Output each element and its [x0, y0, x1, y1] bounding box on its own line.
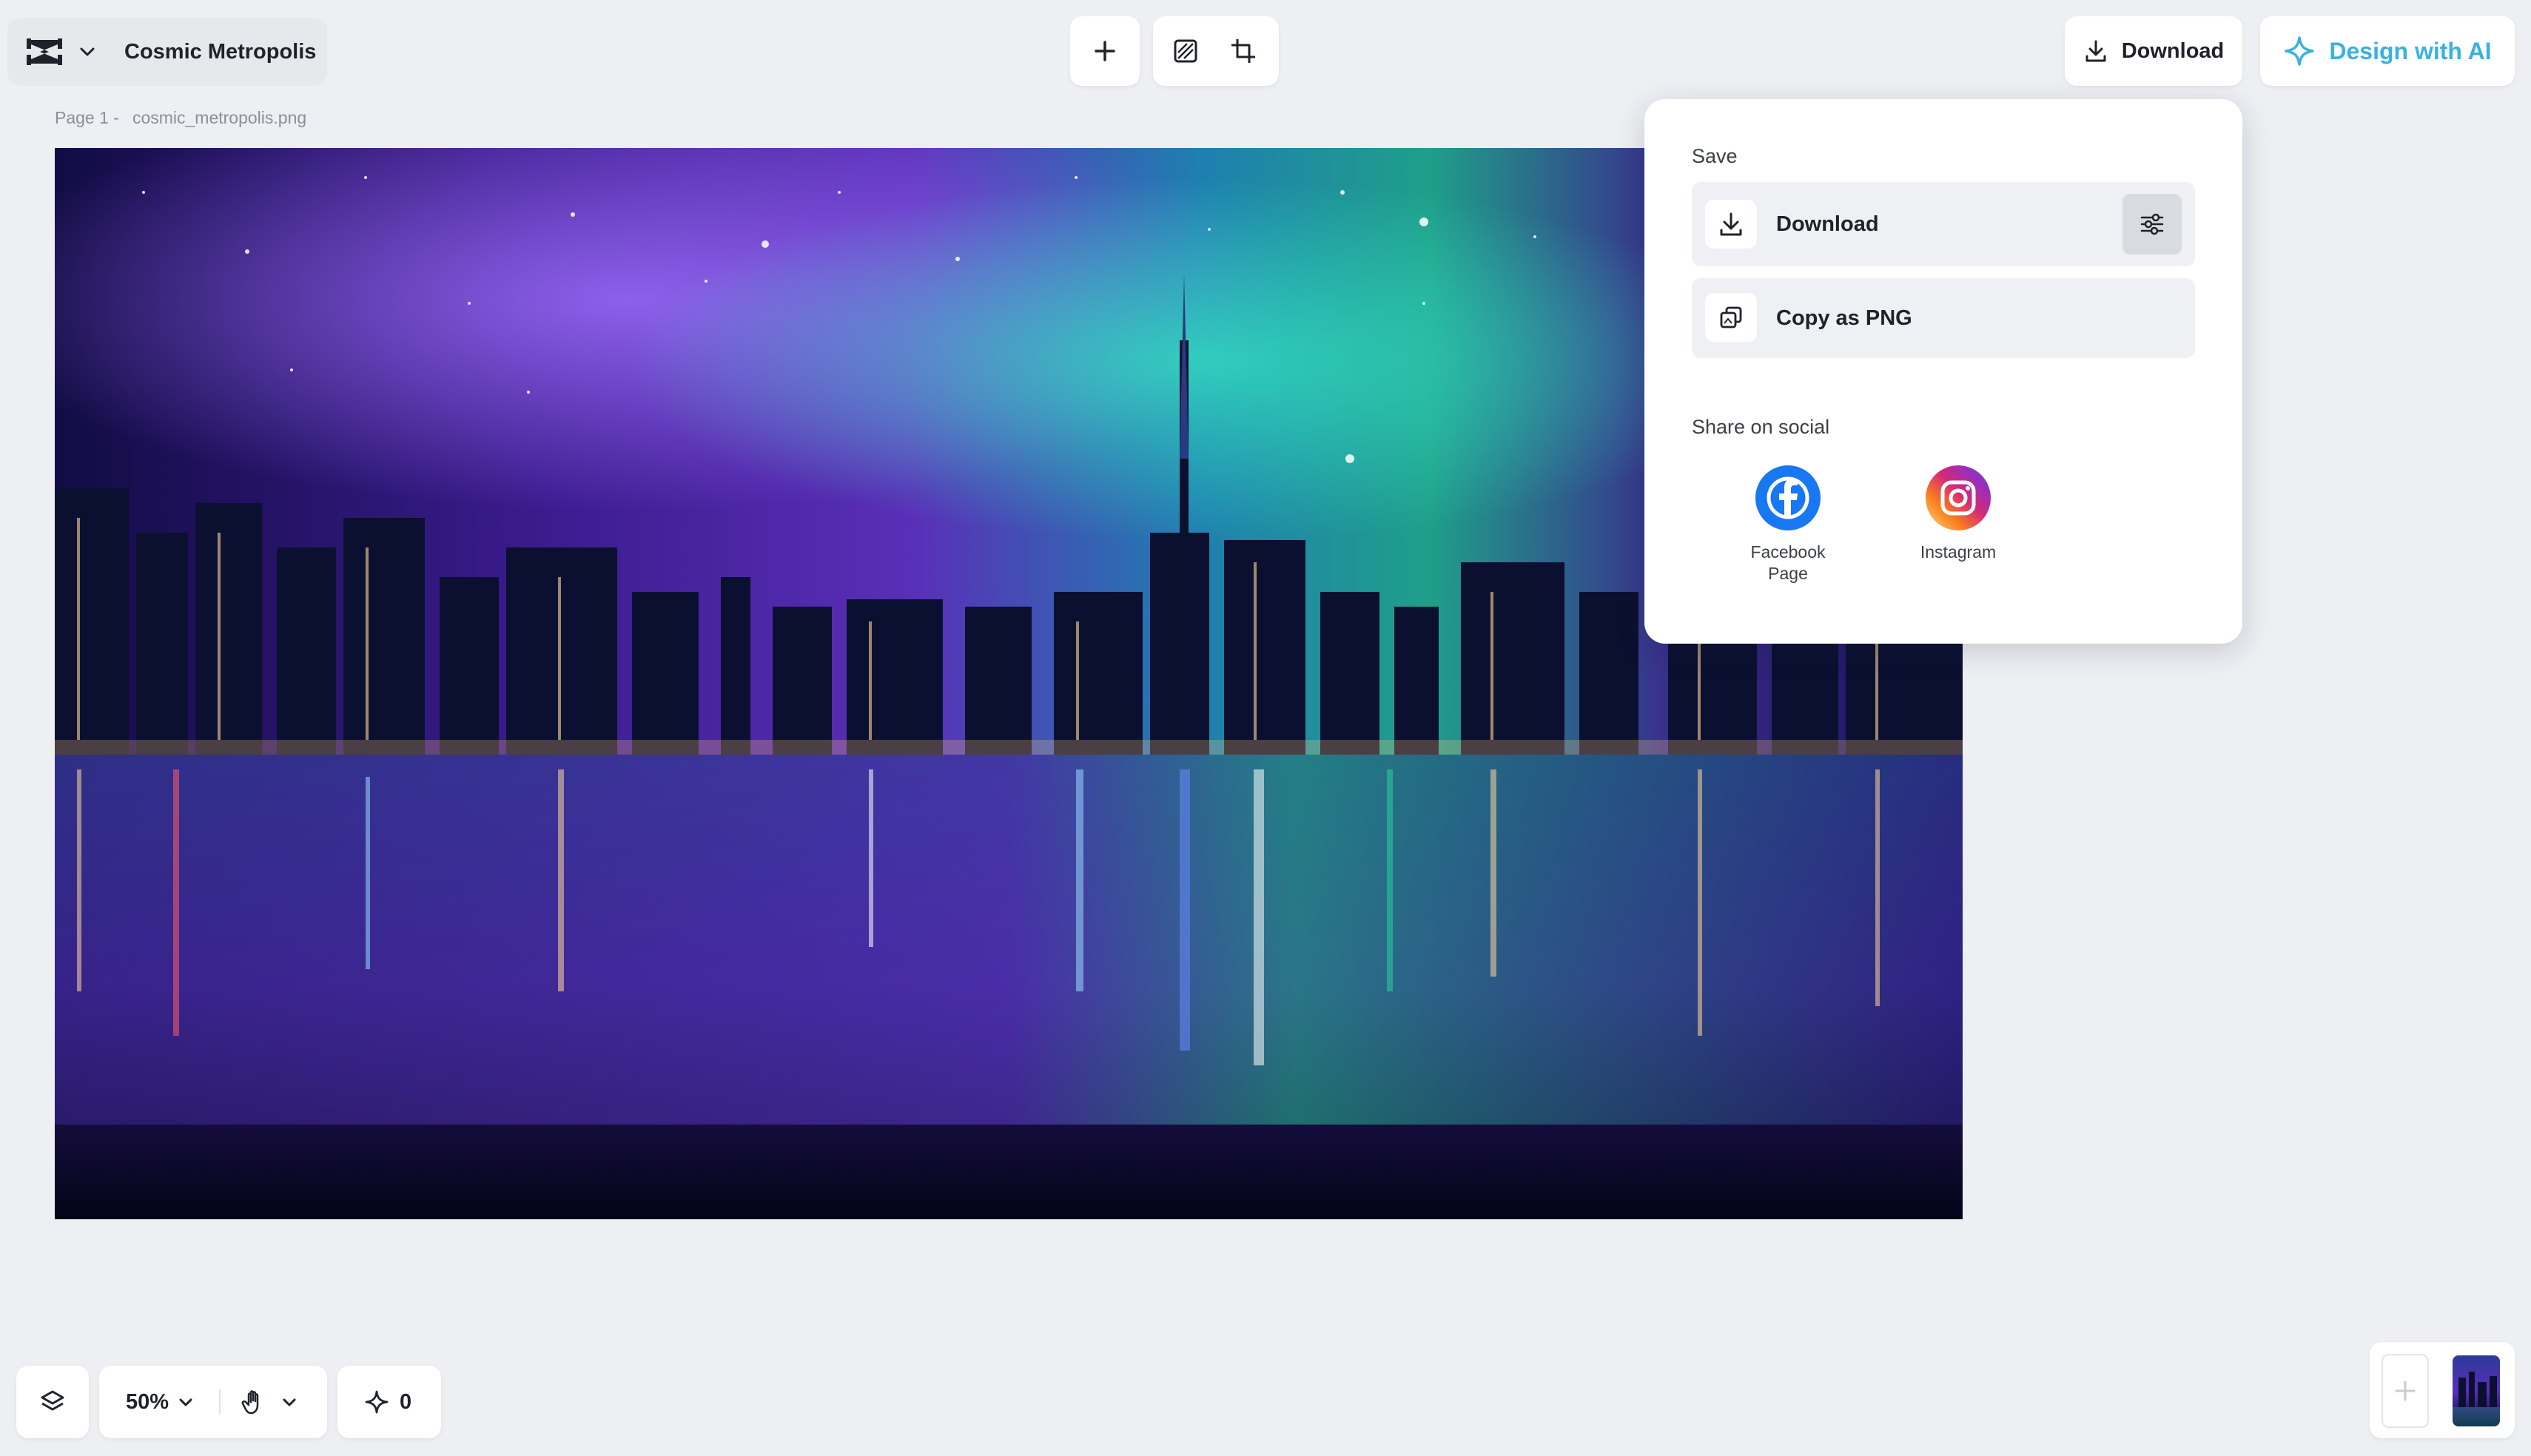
- download-icon: [1720, 212, 1742, 236]
- facebook-label-line2: Page: [1768, 564, 1808, 583]
- hand-icon[interactable]: [240, 1387, 269, 1417]
- layers-icon: [41, 1390, 64, 1411]
- instagram-label: Instagram: [1920, 542, 1997, 562]
- page-filename: cosmic_metropolis.png: [132, 108, 307, 127]
- chevron-down-icon[interactable]: [280, 1392, 299, 1412]
- plus-icon: [1095, 41, 1115, 61]
- copy-icon-box: [1705, 293, 1757, 342]
- sparkle-icon: [365, 1390, 389, 1414]
- adjust-sliders-icon: [2140, 213, 2164, 235]
- design-with-ai-label: Design with AI: [2329, 37, 2492, 64]
- resize-button[interactable]: [1228, 36, 1258, 66]
- plus-icon: [2395, 1381, 2416, 1401]
- chevron-down-icon[interactable]: [176, 1392, 195, 1412]
- download-button[interactable]: Download: [2065, 16, 2242, 86]
- page-thumbnail[interactable]: [2453, 1355, 2500, 1426]
- download-popup: Save Download Copy as PNG Share on socia…: [1644, 99, 2242, 644]
- divider: [219, 1389, 221, 1415]
- instagram-icon: [1926, 465, 1991, 530]
- zoom-controls: 50%: [99, 1366, 327, 1438]
- layers-button[interactable]: [16, 1366, 89, 1438]
- remove-bg-icon: [1174, 39, 1197, 63]
- download-icon: [2085, 40, 2106, 62]
- copy-as-png-option[interactable]: Copy as PNG: [1692, 278, 2195, 358]
- thumbnail-image: [2453, 1355, 2500, 1426]
- download-option-label: Download: [1776, 212, 1879, 236]
- project-title[interactable]: Cosmic Metropolis: [124, 36, 316, 68]
- download-option[interactable]: Download: [1692, 182, 2195, 266]
- share-section-title: Share on social: [1692, 416, 1830, 438]
- copy-as-png-label: Copy as PNG: [1776, 306, 1912, 330]
- download-icon-box: [1705, 200, 1757, 249]
- facebook-label-line1: Facebook: [1750, 542, 1826, 562]
- share-instagram-button[interactable]: Instagram: [1899, 465, 2017, 563]
- copy-icon: [1720, 306, 1742, 328]
- image-tools-group: [1153, 16, 1279, 86]
- zoom-level[interactable]: 50%: [126, 1366, 169, 1438]
- download-button-label: Download: [2121, 38, 2225, 63]
- add-element-button[interactable]: [1070, 16, 1140, 86]
- add-page-button[interactable]: [2382, 1354, 2429, 1428]
- credits-count: 0: [400, 1390, 412, 1414]
- remove-background-button[interactable]: [1171, 36, 1200, 66]
- ai-credits-button[interactable]: 0: [337, 1366, 441, 1438]
- save-section-title: Save: [1692, 145, 1738, 167]
- capcut-logo-icon[interactable]: [27, 36, 62, 68]
- sparkle-ai-icon: [2285, 36, 2315, 66]
- chevron-down-icon[interactable]: [77, 41, 98, 62]
- resize-icon: [1231, 39, 1255, 63]
- design-with-ai-button[interactable]: Design with AI: [2260, 16, 2515, 86]
- download-settings-button[interactable]: [2122, 194, 2182, 255]
- facebook-icon: [1755, 465, 1821, 530]
- page-label: Page 1 - cosmic_metropolis.png: [55, 108, 306, 128]
- share-facebook-button[interactable]: Facebook Page: [1729, 465, 1847, 584]
- page-number: Page 1 -: [55, 108, 119, 127]
